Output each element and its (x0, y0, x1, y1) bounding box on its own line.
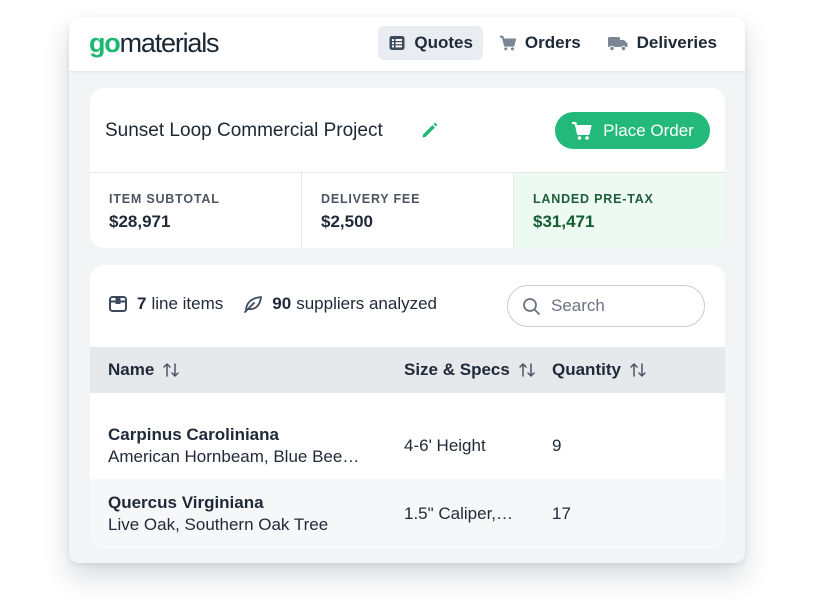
list-icon (388, 34, 406, 52)
stat-value: $28,971 (109, 212, 171, 231)
search-box[interactable] (507, 285, 705, 327)
box-icon (108, 294, 128, 314)
stat-label: ITEM SUBTOTAL (109, 192, 220, 206)
nav-orders-label: Orders (524, 33, 581, 52)
search-input[interactable] (551, 296, 681, 316)
column-header-quantity[interactable]: Quantity (552, 360, 647, 380)
nav-deliveries[interactable]: Deliveries (597, 26, 727, 60)
line-items-count: 7 (137, 294, 147, 313)
project-title: Sunset Loop Commercial Project (105, 120, 383, 141)
suppliers-text: suppliers analyzed (296, 294, 438, 313)
items-summary: 7 line items 90 suppliers analyzed (108, 294, 437, 314)
sort-icon (162, 361, 180, 379)
common-name: American Hornbeam, Blue Bee… (108, 447, 360, 466)
stat-landed-pre-tax: LANDED PRE-TAX $31,471 (514, 173, 725, 248)
sort-icon (629, 361, 647, 379)
cell-quantity: 17 (552, 504, 571, 523)
line-items-text: line items (151, 294, 224, 313)
stat-value: $31,471 (533, 212, 595, 231)
cost-stats: ITEM SUBTOTAL $28,971 DELIVERY FEE $2,50… (90, 172, 725, 248)
stat-value: $2,500 (321, 212, 373, 231)
cart-icon (499, 34, 517, 52)
suppliers-count: 90 (272, 294, 292, 313)
place-order-button[interactable]: Place Order (555, 112, 710, 149)
stat-item-subtotal: ITEM SUBTOTAL $28,971 (90, 173, 302, 248)
botanical-name: Quercus Virginiana (108, 493, 264, 512)
column-header-label: Name (108, 360, 155, 379)
table-row[interactable]: Quercus Virginiana Live Oak, Southern Oa… (90, 479, 725, 547)
table-row[interactable]: Carpinus Caroliniana American Hornbeam, … (90, 411, 725, 479)
pencil-icon[interactable] (420, 121, 439, 140)
column-header-size-specs[interactable]: Size & Specs (404, 360, 536, 380)
leaf-icon (243, 294, 263, 314)
cell-quantity: 9 (552, 436, 562, 455)
nav-deliveries-label: Deliveries (636, 33, 717, 52)
logo[interactable]: gomaterials (89, 27, 220, 59)
table-header: Name Size & Specs Quantity (90, 347, 725, 393)
nav-quotes[interactable]: Quotes (378, 26, 483, 60)
project-summary-card: Sunset Loop Commercial Project Place Ord… (90, 88, 725, 248)
cell-name: Quercus Virginiana Live Oak, Southern Oa… (108, 493, 328, 535)
logo-go-text: go (89, 28, 121, 58)
cart-icon (571, 121, 593, 141)
nav-quotes-label: Quotes (414, 33, 473, 52)
stat-delivery-fee: DELIVERY FEE $2,500 (302, 173, 514, 248)
search-icon (522, 297, 541, 316)
place-order-label: Place Order (603, 120, 694, 140)
botanical-name: Carpinus Caroliniana (108, 425, 279, 444)
column-header-label: Size & Specs (404, 360, 510, 379)
cell-name: Carpinus Caroliniana American Hornbeam, … (108, 425, 359, 467)
column-header-name[interactable]: Name (108, 360, 180, 380)
column-header-label: Quantity (552, 360, 621, 379)
truck-icon (607, 34, 629, 52)
sort-icon (518, 361, 536, 379)
line-items-card: 7 line items 90 suppliers analyzed Name (90, 265, 725, 548)
main-nav: Quotes Orders Deliveries (378, 26, 727, 60)
stat-label: DELIVERY FEE (321, 192, 421, 206)
common-name: Live Oak, Southern Oak Tree (108, 515, 329, 534)
app-window: gomaterials Quotes Orders Deliveries Sun… (69, 17, 745, 563)
logo-materials-text: materials (119, 28, 220, 58)
cell-size-specs: 4-6' Height (404, 436, 486, 455)
cell-size-specs: 1.5" Caliper,… (404, 504, 514, 523)
nav-orders[interactable]: Orders (489, 26, 591, 60)
top-navbar: gomaterials Quotes Orders Deliveries (69, 17, 745, 71)
stat-label: LANDED PRE-TAX (533, 192, 654, 206)
